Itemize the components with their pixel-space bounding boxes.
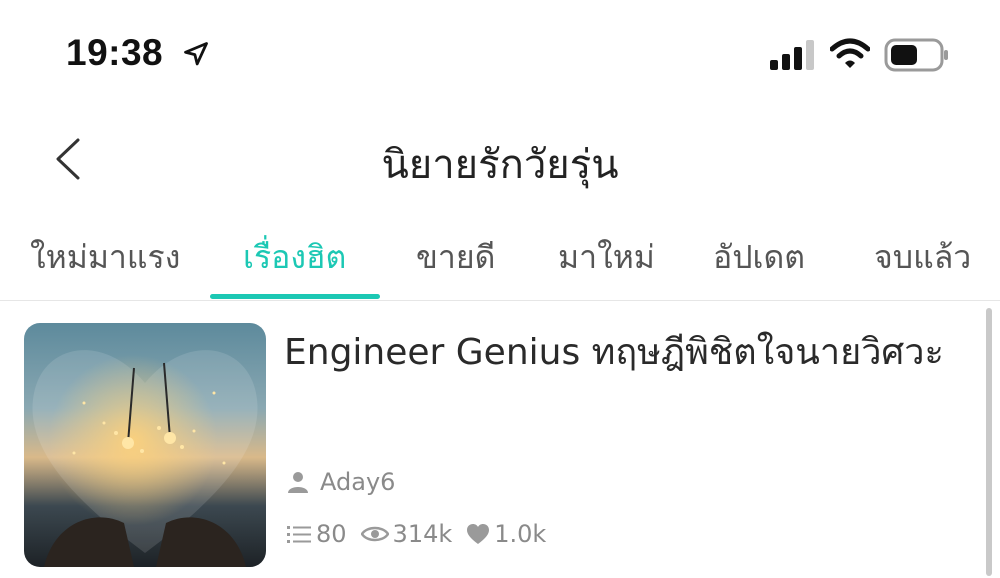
- story-stats: 80 314k 1.0k: [286, 517, 560, 551]
- battery-icon: [884, 38, 948, 72]
- tab-completed[interactable]: จบแล้ว: [874, 232, 971, 283]
- story-title: Engineer Genius ทฤษฎีพิชิตใจนายวิศวะ: [284, 332, 944, 373]
- story-list[interactable]: Engineer Genius ทฤษฎีพิชิตใจนายวิศวะ Ada…: [0, 301, 1000, 578]
- category-tabs: ใหม่มาแรง เรื่องฮิต ขายดี มาใหม่ อัปเดต …: [0, 222, 1000, 301]
- eye-icon: [360, 526, 389, 542]
- likes-stat: 1.0k: [466, 520, 546, 548]
- scrollbar[interactable]: [986, 308, 992, 576]
- cellular-signal-icon: [770, 40, 814, 70]
- tab-best-selling[interactable]: ขายดี: [416, 232, 495, 283]
- page-title: นิยายรักวัยรุ่น: [381, 142, 619, 188]
- chapters-count: 80: [316, 520, 347, 548]
- likes-count: 1.0k: [494, 520, 547, 548]
- story-cover-image: [24, 323, 266, 567]
- list-icon: [287, 526, 311, 543]
- tab-updated[interactable]: อัปเดต: [713, 232, 805, 283]
- views-count: 314k: [392, 520, 453, 548]
- status-bar: 19:38: [0, 0, 1000, 110]
- active-tab-indicator: [210, 294, 380, 299]
- list-item[interactable]: Engineer Genius ทฤษฎีพิชิตใจนายวิศวะ Ada…: [0, 301, 980, 578]
- tab-new-hot[interactable]: ใหม่มาแรง: [30, 232, 180, 283]
- wifi-icon: [830, 38, 870, 68]
- views-stat: 314k: [360, 520, 453, 548]
- user-icon: [288, 472, 308, 493]
- location-arrow-icon: [184, 42, 208, 66]
- tab-popular[interactable]: เรื่องฮิต: [243, 232, 346, 283]
- author-row: Aday6: [286, 465, 395, 499]
- status-time: 19:38: [66, 32, 164, 73]
- story-author: Aday6: [320, 468, 396, 496]
- tab-new[interactable]: มาใหม่: [558, 232, 655, 283]
- nav-bar: นิยายรักวัยรุ่น: [0, 110, 1000, 210]
- chapters-stat: 80: [286, 520, 347, 548]
- heart-icon: [467, 524, 490, 544]
